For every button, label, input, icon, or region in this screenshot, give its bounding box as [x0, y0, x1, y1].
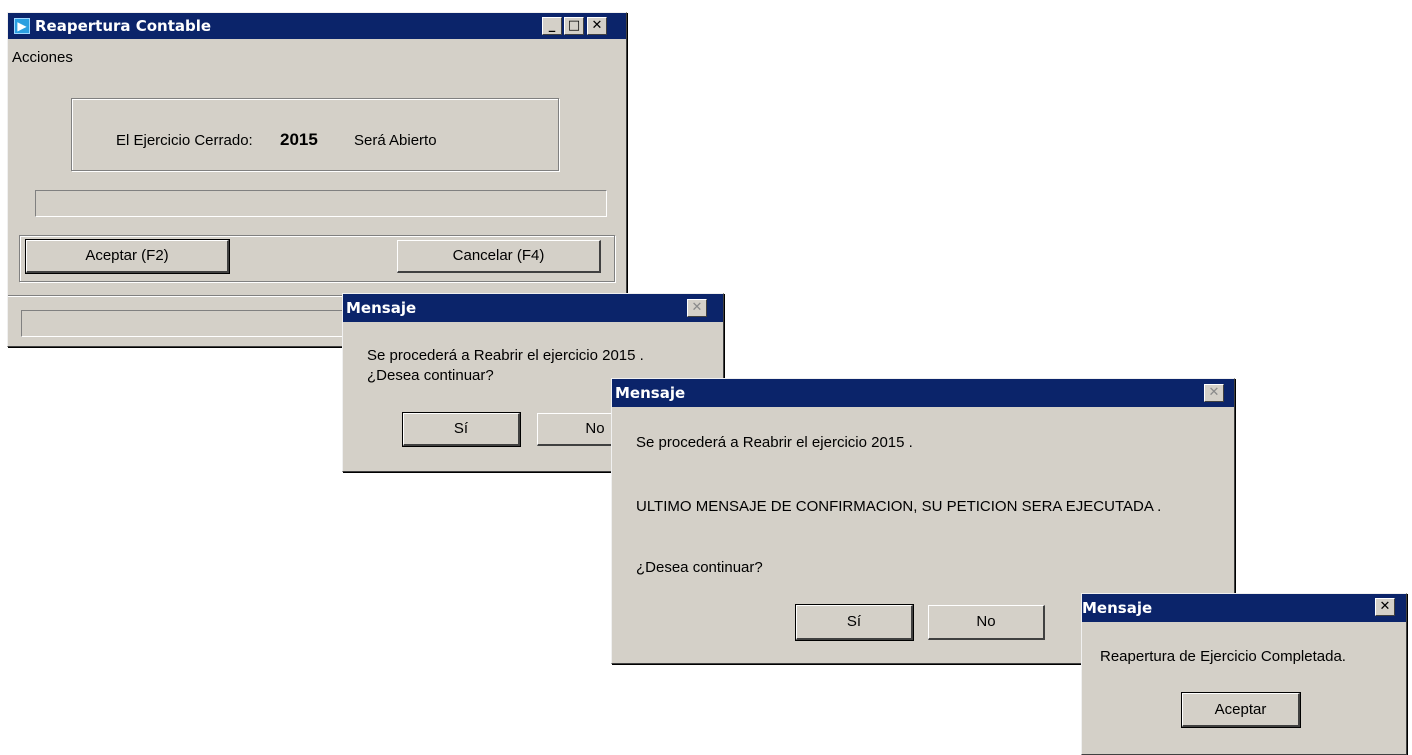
progress-bar [35, 190, 607, 217]
menu-acciones[interactable]: Acciones [12, 49, 73, 66]
close-icon[interactable]: ✕ [1204, 384, 1224, 402]
dialog3-message: Reapertura de Ejercicio Completada. [1100, 648, 1346, 665]
dialog1-titlebar[interactable]: Mensaje ✕ [343, 294, 723, 322]
label-open: Será Abierto [354, 132, 437, 149]
dialog2-title: Mensaje [615, 384, 686, 402]
arrow-right-icon: ▶ [14, 18, 30, 34]
dialog2-yes-button[interactable]: Sí [795, 604, 914, 641]
maximize-button[interactable]: □ [564, 17, 584, 35]
window-title: Reapertura Contable [35, 17, 212, 35]
dialog2-line2: ULTIMO MENSAJE DE CONFIRMACION, SU PETIC… [636, 498, 1162, 515]
cancel-button[interactable]: Cancelar (F4) [397, 240, 601, 273]
dialog2-line3: ¿Desea continuar? [636, 559, 763, 576]
dialog1-line2: ¿Desea continuar? [367, 367, 494, 384]
dialog3-accept-button[interactable]: Aceptar [1181, 692, 1301, 728]
minimize-button[interactable]: _ [542, 17, 562, 35]
accept-button[interactable]: Aceptar (F2) [25, 239, 230, 274]
year-value: 2015 [280, 130, 318, 149]
dialog3-title: Mensaje [1082, 599, 1153, 617]
close-button[interactable]: ✕ [587, 17, 607, 35]
label-closed: El Ejercicio Cerrado: [116, 132, 253, 149]
dialog2-no-button[interactable]: No [928, 605, 1045, 640]
close-icon[interactable]: ✕ [687, 299, 707, 317]
close-icon[interactable]: ✕ [1375, 598, 1395, 616]
status-bar [21, 310, 351, 337]
dialog3-titlebar[interactable]: Mensaje ✕ [1082, 594, 1406, 622]
dialog1-yes-button[interactable]: Sí [402, 412, 521, 447]
main-titlebar[interactable]: ▶ Reapertura Contable _ □ ✕ [8, 13, 626, 39]
dialog2-line1: Se procederá a Reabrir el ejercicio 2015… [636, 434, 913, 451]
dialog-completed: Mensaje ✕ Reapertura de Ejercicio Comple… [1081, 593, 1407, 755]
dialog2-titlebar[interactable]: Mensaje ✕ [612, 379, 1234, 407]
dialog1-line1: Se procederá a Reabrir el ejercicio 2015… [367, 347, 644, 364]
dialog1-title: Mensaje [346, 299, 417, 317]
